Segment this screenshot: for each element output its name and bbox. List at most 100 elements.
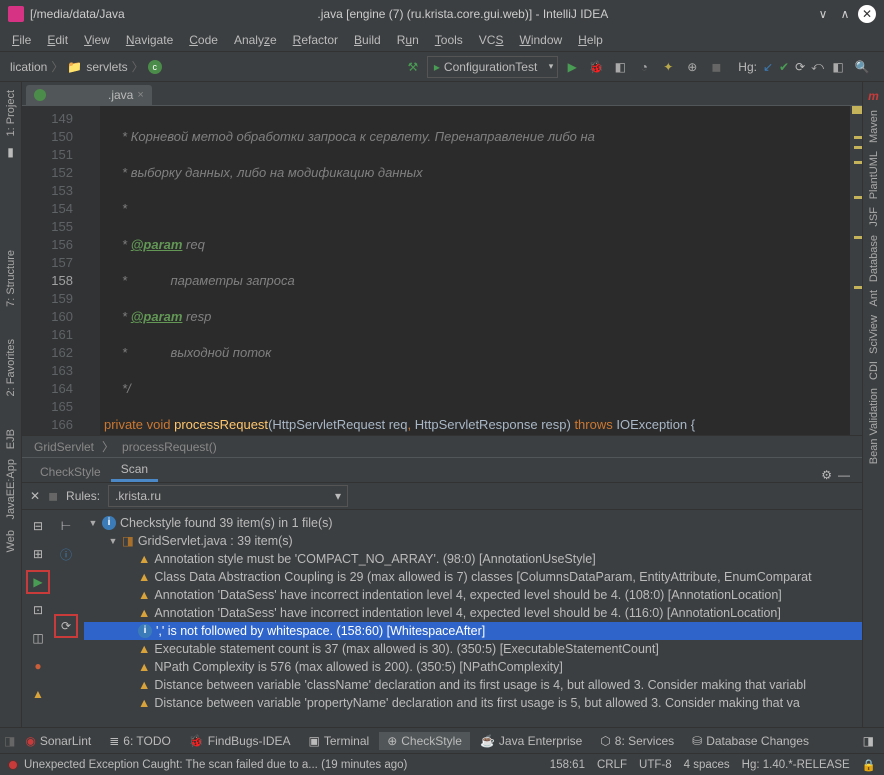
history-icon[interactable]: ⟳	[795, 60, 805, 74]
menu-edit[interactable]: Edit	[39, 30, 76, 50]
cs-tab-checkstyle[interactable]: CheckStyle	[30, 462, 111, 482]
menu-view[interactable]: View	[76, 30, 118, 50]
code-area[interactable]: * Корневой метод обработки запроса к сер…	[100, 106, 850, 435]
menu-analyze[interactable]: Analyze	[226, 30, 285, 50]
class-icon[interactable]: c	[148, 60, 162, 74]
coverage-icon[interactable]: ◧	[610, 57, 630, 77]
rail-maven[interactable]: Maven	[866, 106, 882, 147]
gear-icon[interactable]: ⚙	[821, 468, 832, 482]
gutter: 149150151 152153154 155156157 158159160 …	[22, 106, 82, 435]
menu-run[interactable]: Run	[389, 30, 427, 50]
btab-checkstyle[interactable]: ⊕CheckStyle	[379, 732, 470, 750]
close-panel-icon[interactable]: ✕	[30, 489, 40, 503]
editor[interactable]: 149150151 152153154 155156157 158159160 …	[22, 106, 862, 435]
cs-tree[interactable]: ▼i Checkstyle found 39 item(s) in 1 file…	[84, 510, 862, 727]
maximize-icon[interactable]: ∧	[836, 5, 854, 23]
search-icon[interactable]: 🔍	[852, 57, 872, 77]
expand-icon[interactable]: ⊟	[26, 514, 50, 538]
editor-tab[interactable]: xxxxxxxxx.java ×	[26, 85, 152, 105]
titlebar: [/media/data/Java xxxxxxxxxxxxxxxxxxxxxx…	[0, 0, 884, 28]
menu-refactor[interactable]: Refactor	[285, 30, 346, 50]
status-indent[interactable]: 4 spaces	[684, 759, 730, 771]
run-config-select[interactable]: ▸ConfigurationTest	[427, 56, 558, 78]
close-icon[interactable]: ✕	[858, 5, 876, 23]
class-icon	[34, 89, 46, 101]
status-encoding[interactable]: UTF-8	[639, 759, 672, 771]
error-indicator-icon[interactable]	[8, 760, 18, 770]
rail-web[interactable]: Web	[3, 526, 19, 556]
rail-beanval[interactable]: Bean Validation	[866, 384, 882, 468]
menu-navigate[interactable]: Navigate	[118, 30, 181, 50]
rail-database[interactable]: Database	[866, 231, 882, 286]
rail-javaee[interactable]: JavaEE:App	[3, 455, 19, 524]
run-icon[interactable]: ▶	[562, 57, 582, 77]
checkstyle-panel: CheckStyle Scan ⚙ — ✕ ◼ Rules: .krista.r…	[22, 457, 862, 727]
warn-filter-icon[interactable]: ▲	[26, 682, 50, 706]
hide-icon[interactable]: —	[838, 468, 850, 482]
attach-icon[interactable]: ⊕	[682, 57, 702, 77]
revert-icon[interactable]: ⤺	[811, 59, 824, 74]
menu-vcs[interactable]: VCS	[471, 30, 512, 50]
rail-favorites[interactable]: 2: Favorites	[3, 335, 19, 400]
btab-findbugs[interactable]: 🐞FindBugs-IDEA	[181, 732, 299, 750]
btab-todo[interactable]: ≣6: TODO	[101, 732, 179, 750]
info-filter-icon[interactable]: ⓘ	[54, 542, 78, 566]
btab-sonar[interactable]: ◉SonarLint	[17, 732, 99, 750]
btab-dbchanges[interactable]: ⛁Database Changes	[684, 732, 817, 750]
rail-jsf[interactable]: JSF	[866, 203, 882, 231]
stop-icon[interactable]: ◼	[706, 57, 726, 77]
cs-tab-scan[interactable]: Scan	[111, 459, 158, 482]
update-icon[interactable]: ↙	[763, 60, 773, 74]
status-position[interactable]: 158:61	[550, 759, 585, 771]
autoscroll-icon[interactable]: ⊡	[26, 598, 50, 622]
btab-services[interactable]: ⬡8: Services	[592, 732, 682, 750]
bread-class[interactable]: GridServlet	[34, 440, 94, 454]
maven-icon[interactable]: m	[866, 88, 882, 104]
concurrent-icon[interactable]: ✦	[658, 57, 678, 77]
rail-structure[interactable]: 7: Structure	[3, 246, 19, 311]
status-eol[interactable]: CRLF	[597, 759, 627, 771]
minimize-icon[interactable]: ∨	[814, 5, 832, 23]
module-icon[interactable]: ◫	[26, 626, 50, 650]
menu-tools[interactable]: Tools	[427, 30, 471, 50]
menu-build[interactable]: Build	[346, 30, 389, 50]
rail-project[interactable]: 1: Project	[3, 86, 19, 140]
btab-terminal[interactable]: ▣Terminal	[301, 732, 378, 750]
window-title: [/media/data/Java xxxxxxxxxxxxxxxxxxxxxx…	[30, 7, 810, 21]
rules-select[interactable]: .krista.ru	[108, 485, 348, 507]
collapse-icon[interactable]: ⊞	[26, 542, 50, 566]
commit-icon[interactable]: ✔	[779, 60, 789, 74]
debug-icon[interactable]: 🐞	[586, 57, 606, 77]
toolbar: lication 〉 📁 servlets 〉 c ⚒ ▸Configurati…	[0, 52, 884, 82]
marker-rail[interactable]	[850, 106, 862, 435]
status-hg[interactable]: Hg: 1.40.*-RELEASE	[742, 759, 850, 771]
menu-help[interactable]: Help	[570, 30, 611, 50]
lock-icon[interactable]: 🔒	[862, 758, 876, 772]
stop-scan-icon[interactable]: ◼	[48, 489, 58, 503]
app-icon	[8, 6, 24, 22]
menu-window[interactable]: Window	[511, 30, 570, 50]
rail-sciview[interactable]: SciView	[866, 311, 882, 358]
menu-file[interactable]: File	[4, 30, 39, 50]
menu-code[interactable]: Code	[181, 30, 226, 50]
crumb-app[interactable]: lication	[10, 60, 47, 74]
rail-plantuml[interactable]: PlantUML	[866, 147, 882, 203]
build-icon[interactable]: ⚒	[403, 57, 423, 77]
close-tab-icon[interactable]: ×	[137, 89, 143, 101]
status-message: Unexpected Exception Caught: The scan fa…	[24, 759, 407, 771]
rail-ejb[interactable]: EJB	[3, 425, 19, 453]
tree-icon[interactable]: ⊢	[54, 514, 78, 538]
menubar: File Edit View Navigate Code Analyze Ref…	[0, 28, 884, 52]
run-check-button[interactable]: ▶	[26, 570, 50, 594]
event-log-icon[interactable]: ◨	[863, 734, 880, 748]
profile-icon[interactable]: ◔	[634, 57, 654, 77]
btab-javaee[interactable]: ☕Java Enterprise	[472, 732, 590, 750]
tw-icon[interactable]: ◧	[828, 57, 848, 77]
rail-bookmark-icon[interactable]: ▮	[3, 144, 19, 160]
bread-method[interactable]: processRequest()	[122, 440, 217, 454]
crumb-folder[interactable]: servlets	[86, 60, 127, 74]
rail-ant[interactable]: Ant	[866, 286, 882, 311]
refresh-button[interactable]: ⟳	[54, 614, 78, 638]
error-filter-icon[interactable]: ●	[26, 654, 50, 678]
rail-cdi[interactable]: CDI	[866, 357, 882, 384]
